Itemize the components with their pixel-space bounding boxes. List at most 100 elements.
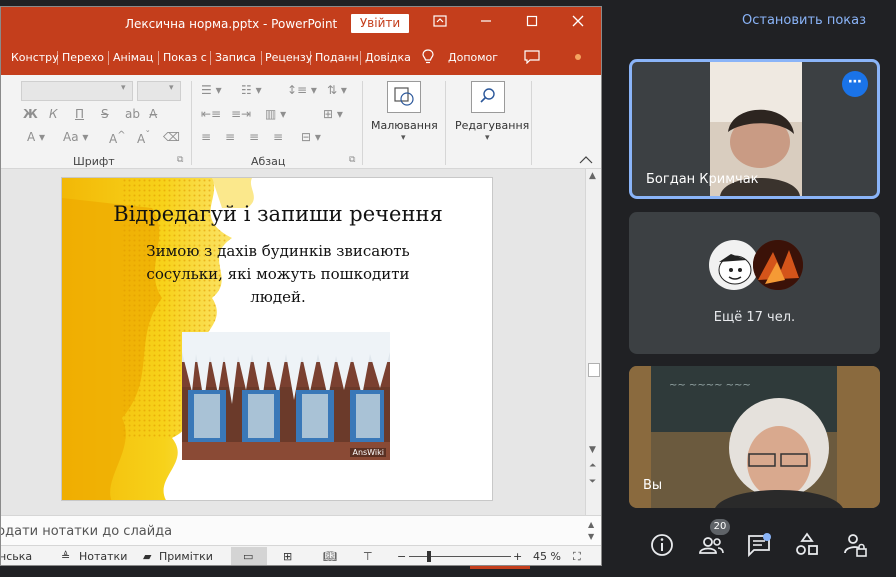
notes-toggle-icon[interactable]: ≜ (61, 550, 70, 563)
previous-slide-icon[interactable]: ⏶ (589, 461, 596, 471)
italic-button[interactable]: К (49, 107, 58, 121)
decrease-font-icon[interactable]: Aˇ (137, 130, 150, 146)
smartart-icon[interactable]: ⊞ ▾ (323, 107, 343, 121)
participant-tile[interactable]: ⋯ Богдан Кримчак (629, 59, 880, 199)
increase-indent-icon[interactable]: ≡⇥ (231, 107, 251, 121)
group-separator (362, 81, 363, 165)
self-view-tile[interactable]: ~~ ~~~~ ~~~ Вы (629, 366, 880, 508)
vertical-scrollbar[interactable]: ▲ ▼ ⏶ ⏷ (585, 169, 601, 515)
people-icon[interactable] (696, 530, 726, 560)
tab-design[interactable]: Констру (11, 51, 59, 64)
slide-photo-house-icicles[interactable]: AnsWiki (182, 332, 390, 460)
font-size-combo[interactable] (137, 81, 181, 101)
shadow-text-icon[interactable]: ab (125, 107, 140, 121)
notes-pane[interactable]: Додати нотатки до слайда ▲ ▼ (1, 515, 601, 545)
dialog-launcher-icon[interactable]: ⧉ (177, 155, 183, 165)
signin-button[interactable]: Увійти (351, 14, 409, 33)
underline-button[interactable]: П (75, 107, 84, 121)
lock-person-icon[interactable] (840, 530, 870, 560)
zoom-percent[interactable]: 45 % (533, 550, 561, 563)
fit-slide-icon[interactable]: ⛶ (573, 550, 581, 564)
tab-transitions[interactable]: Перехо (62, 51, 104, 64)
scroll-down-icon[interactable]: ▼ (589, 445, 596, 455)
highlight-icon[interactable]: ⌫ (163, 130, 180, 144)
bottom-strip (0, 566, 896, 577)
dialog-launcher-icon[interactable]: ⧉ (349, 155, 355, 165)
tab-slideshow[interactable]: Показ с (163, 51, 207, 64)
decrease-indent-icon[interactable]: ⇤≡ (201, 107, 221, 121)
tab-help[interactable]: Довідка (365, 51, 411, 64)
normal-view-icon[interactable]: ▭ (243, 550, 253, 563)
align-right-icon[interactable]: ≡ (249, 130, 259, 144)
tab-review[interactable]: Рецензу (265, 51, 312, 64)
zoom-out-button[interactable]: − (397, 550, 406, 563)
bold-button[interactable]: Ж (23, 107, 38, 121)
editing-label[interactable]: Редагування (455, 119, 529, 132)
chevron-down-icon[interactable]: ▾ (485, 133, 490, 143)
next-slide-icon[interactable]: ⏷ (589, 477, 596, 487)
tab-animations[interactable]: Анімац (113, 51, 153, 64)
chevron-down-icon[interactable]: ▾ (401, 133, 406, 143)
scroll-up-icon[interactable]: ▲ (589, 171, 596, 181)
align-center-icon[interactable]: ≡ (225, 130, 235, 144)
close-icon[interactable] (563, 11, 593, 35)
font-color-icon[interactable]: A ▾ (27, 130, 45, 144)
notes-toggle-label[interactable]: Нотатки (79, 550, 127, 563)
align-text-icon[interactable]: ⊟ ▾ (301, 130, 321, 144)
ribbon-display-options-icon[interactable] (425, 11, 455, 35)
slide-body-text[interactable]: Зимою з дахів будинків звисають сосульки… (117, 240, 439, 309)
notes-scroll-down-icon[interactable]: ▼ (588, 532, 594, 541)
zoom-in-button[interactable]: + (513, 550, 522, 563)
reading-view-icon[interactable]: 📖︎ (323, 550, 337, 563)
more-options-icon[interactable]: ⋯ (842, 71, 868, 97)
lightbulb-icon[interactable] (421, 49, 435, 68)
comments-toggle-icon[interactable]: ▰ (143, 550, 151, 563)
more-participants-tile[interactable]: Ещё 17 чел. (629, 212, 880, 354)
chevron-down-icon[interactable]: ▾ (169, 83, 174, 93)
strikethrough-button[interactable]: S (101, 107, 109, 121)
group-separator (531, 81, 532, 165)
ribbon: ▾ ▾ Ж К П S ab A̶ A ▾ Aa ▾ A^ Aˇ ⌫ Шрифт… (1, 75, 601, 169)
slideshow-icon[interactable]: ⊤ (363, 550, 373, 563)
tab-separator (261, 51, 262, 65)
zoom-slider-track[interactable] (409, 556, 511, 557)
slide-sorter-icon[interactable]: ⊞ (283, 550, 292, 563)
notes-placeholder[interactable]: Додати нотатки до слайда (1, 524, 172, 539)
maximize-icon[interactable] (517, 11, 547, 35)
slide-title[interactable]: Відредагуй і запиши речення (102, 202, 454, 226)
slide[interactable]: Відредагуй і запиши речення Зимою з дахі… (61, 177, 493, 501)
comments-icon[interactable] (524, 50, 540, 67)
tab-view[interactable]: Поданн (315, 51, 359, 64)
line-spacing-icon[interactable]: ↕≡ ▾ (287, 83, 317, 97)
activities-icon[interactable] (792, 530, 822, 560)
font-name-combo[interactable] (21, 81, 133, 101)
bullets-icon[interactable]: ☰ ▾ (201, 83, 222, 97)
align-left-icon[interactable]: ≡ (201, 130, 211, 144)
notification-dot (575, 54, 581, 60)
tab-separator (158, 51, 159, 65)
window-title: Лексична норма.pptx - PowerPoint (125, 17, 338, 31)
scroll-thumb[interactable] (588, 363, 600, 377)
zoom-slider-thumb[interactable] (427, 551, 431, 562)
language-status[interactable]: нська (1, 550, 32, 563)
justify-icon[interactable]: ≡ (273, 130, 283, 144)
editing-button-icon[interactable] (471, 81, 505, 113)
drawing-label[interactable]: Малювання (371, 119, 438, 132)
comments-toggle-label[interactable]: Примітки (159, 550, 213, 563)
tell-me-search[interactable]: Допомог (448, 51, 498, 64)
change-case-icon[interactable]: Aa ▾ (63, 130, 88, 144)
stop-presenting-button[interactable]: Остановить показ (742, 13, 866, 28)
minimize-icon[interactable] (471, 11, 501, 35)
tab-record[interactable]: Записа (215, 51, 256, 64)
chevron-down-icon[interactable]: ▾ (121, 83, 126, 93)
text-direction-icon[interactable]: ⇅ ▾ (327, 83, 347, 97)
info-icon[interactable] (647, 530, 677, 560)
title-bar: Лексична норма.pptx - PowerPoint Увійти (1, 7, 601, 39)
clear-formatting-icon[interactable]: A̶ (149, 107, 157, 121)
drawing-button-icon[interactable] (387, 81, 421, 113)
increase-font-icon[interactable]: A^ (109, 130, 126, 146)
notes-scroll-up-icon[interactable]: ▲ (588, 520, 594, 529)
columns-icon[interactable]: ▥ ▾ (265, 107, 286, 121)
collapse-ribbon-icon[interactable] (579, 153, 593, 167)
numbering-icon[interactable]: ☷ ▾ (241, 83, 262, 97)
